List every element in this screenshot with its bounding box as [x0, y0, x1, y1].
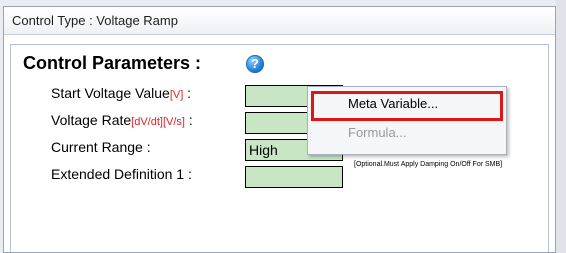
background-strip [556, 0, 566, 253]
title-bar: Control Type : Voltage Ramp [4, 7, 555, 35]
start-voltage-unit: [V] [169, 89, 184, 101]
voltage-rate-label-text: Voltage Rate [51, 112, 132, 128]
voltage-rate-unit: [dV/dt][V/s] [131, 116, 185, 128]
extended-definition-label: Extended Definition 1 : [51, 166, 192, 182]
voltage-rate-label-suffix: : [184, 112, 193, 128]
start-voltage-label: Start Voltage Value[V] : [51, 85, 191, 101]
highlight-box [311, 91, 503, 121]
panel-heading: Control Parameters : [23, 53, 202, 73]
window-title: Control Type : Voltage Ramp [12, 13, 178, 28]
menu-item-formula: Formula... [348, 125, 407, 140]
start-voltage-label-suffix: : [183, 85, 192, 101]
extended-definition-input[interactable] [245, 166, 343, 188]
help-icon[interactable]: ? [246, 55, 264, 73]
optional-note: [Optional.Must Apply Damping On/Off For … [354, 161, 503, 168]
voltage-rate-label: Voltage Rate[dV/dt][V/s] : [51, 112, 193, 128]
start-voltage-label-text: Start Voltage Value [51, 85, 170, 101]
current-range-label: Current Range : [51, 139, 151, 155]
